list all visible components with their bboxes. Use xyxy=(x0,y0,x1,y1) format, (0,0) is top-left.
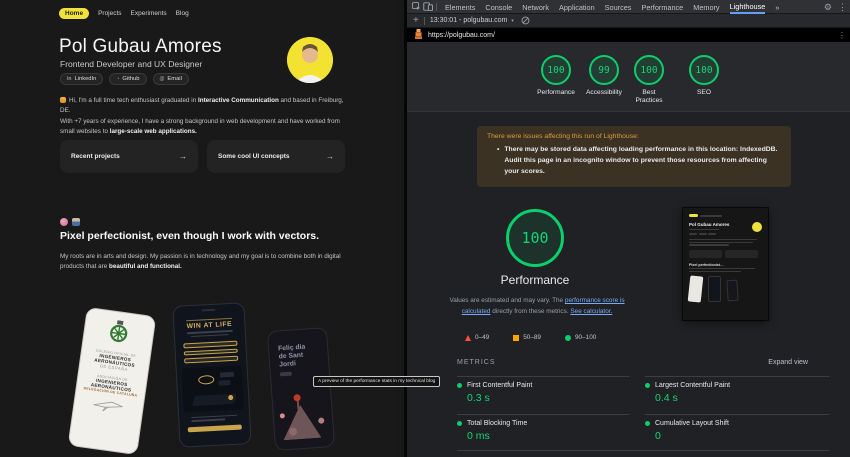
tab-lighthouse[interactable]: Lighthouse xyxy=(730,0,766,14)
tab-sources[interactable]: Sources xyxy=(605,1,632,13)
nav-item-blog[interactable]: Blog xyxy=(176,10,189,17)
kebab-menu-icon[interactable]: ⋮ xyxy=(838,2,847,13)
pass-circle-icon xyxy=(565,335,571,341)
github-label: Github xyxy=(122,76,139,82)
score-summary-strip: 100 Performance 99 Accessibility 100 Bes… xyxy=(407,42,850,112)
warning-title: There were issues affecting this run of … xyxy=(487,133,781,140)
phone-mockup-aeronautics[interactable]: COLEGIO OFICIAL DE INGENIEROS AERONÁUTIC… xyxy=(68,307,157,455)
manifesto-paragraph: My roots are in arts and design. My pass… xyxy=(60,252,352,272)
nav-item-home[interactable]: Home xyxy=(59,8,89,19)
technologist-emoji xyxy=(72,218,80,226)
metrics-bottom-divider xyxy=(457,450,829,451)
settings-gear-icon[interactable]: ⚙ xyxy=(824,2,832,13)
github-icon: ◔ xyxy=(116,76,119,82)
nav-item-projects[interactable]: Projects xyxy=(98,10,121,17)
bullet-icon: • xyxy=(497,145,499,178)
report-url: https://polgubau.com/ xyxy=(428,32,495,39)
report-url-row: https://polgubau.com/ ⋮ xyxy=(407,28,850,42)
linkedin-label: LinkedIn xyxy=(74,76,96,82)
tab-console[interactable]: Console xyxy=(485,1,512,13)
ui-concepts-card[interactable]: Some cool UI concepts → xyxy=(207,140,345,173)
toolbar-separator xyxy=(424,17,425,25)
phone3-title: Feliç dia de Sant Jordi xyxy=(268,328,328,369)
linkedin-icon: in xyxy=(67,76,71,82)
phone-mockup-win-at-life[interactable]: WIN AT LIFE xyxy=(172,302,251,448)
device-toolbar-icon[interactable] xyxy=(422,2,433,12)
see-calculator-link[interactable]: See calculator. xyxy=(570,308,612,315)
avatar xyxy=(287,37,333,83)
arrow-right-icon: → xyxy=(326,152,334,161)
metric-total-blocking-time: Total Blocking Time 0 ms xyxy=(457,414,629,442)
emblem-icon xyxy=(83,316,154,352)
new-report-button[interactable]: + xyxy=(413,15,419,26)
score-scale-legend: 0–49 50–89 90–100 xyxy=(465,334,596,341)
experience-paragraph: With +7 years of experience, I have a st… xyxy=(60,117,352,137)
phone-mockup-sant-jordi[interactable]: Feliç dia de Sant Jordi xyxy=(267,327,335,451)
lighthouse-warning-box: There were issues affecting this run of … xyxy=(477,126,791,187)
pass-dot-icon xyxy=(457,421,462,426)
fail-triangle-icon xyxy=(465,335,471,341)
tab-elements[interactable]: Elements xyxy=(445,1,475,13)
performance-gauge[interactable]: 100 xyxy=(506,209,564,267)
report-options-kebab-icon[interactable]: ⋮ xyxy=(838,31,846,40)
tab-memory[interactable]: Memory xyxy=(693,1,719,13)
tab-application[interactable]: Application xyxy=(559,1,595,13)
phone-preview-tooltip: A preview of the performance stats in my… xyxy=(313,376,440,387)
more-tabs-icon[interactable]: » xyxy=(775,1,779,13)
intro-paragraph: Hi, I'm a full time tech enthusiast grad… xyxy=(60,96,352,116)
arrow-right-icon: → xyxy=(179,152,187,161)
metric-cumulative-layout-shift: Cumulative Layout Shift 0 xyxy=(645,414,829,442)
screenshot-root: Home Projects Experiments Blog Pol Gubau… xyxy=(0,0,850,457)
toolbar-separator xyxy=(436,3,437,11)
ui-concepts-label: Some cool UI concepts xyxy=(218,153,290,160)
phone2-title: WIN AT LIFE xyxy=(174,320,244,331)
page-subtitle: Frontend Developer and UX Designer xyxy=(60,59,202,69)
social-buttons: in LinkedIn ◔ Github @ Email xyxy=(60,73,189,85)
report-body: There were issues affecting this run of … xyxy=(407,112,850,457)
pass-dot-icon xyxy=(645,383,650,388)
palette-emoji xyxy=(60,218,68,226)
performance-category-title: Performance xyxy=(455,273,615,287)
pass-dot-icon xyxy=(645,421,650,426)
report-session-dropdown[interactable]: 13:30:01 - polgubau.com xyxy=(430,17,507,24)
page-title: Pol Gubau Amores xyxy=(59,36,222,58)
phone3-illustration xyxy=(272,379,334,441)
manifesto-title: Pixel perfectionist, even though I work … xyxy=(60,230,319,242)
nav-item-experiments[interactable]: Experiments xyxy=(131,10,167,17)
lighthouse-report-bar: + 13:30:01 - polgubau.com ▾ xyxy=(407,14,850,28)
tab-performance[interactable]: Performance xyxy=(641,1,683,13)
wave-emoji xyxy=(60,97,66,103)
email-button[interactable]: @ Email xyxy=(153,73,189,85)
tab-network[interactable]: Network xyxy=(522,1,549,13)
score-seo[interactable]: 100 SEO xyxy=(672,55,736,97)
recent-projects-card[interactable]: Recent projects → xyxy=(60,140,198,173)
paper-plane-sketch xyxy=(73,394,143,422)
github-button[interactable]: ◔ Github xyxy=(109,73,146,85)
portfolio-page: Home Projects Experiments Blog Pol Gubau… xyxy=(0,0,395,457)
inspect-icon[interactable] xyxy=(411,2,422,12)
clear-reports-icon[interactable] xyxy=(520,16,531,26)
average-square-icon xyxy=(513,335,519,341)
email-icon: @ xyxy=(160,76,165,82)
recent-projects-label: Recent projects xyxy=(71,153,120,160)
metrics-section-title: METRICS xyxy=(457,359,496,366)
expand-view-button[interactable]: Expand view xyxy=(768,359,808,366)
linkedin-button[interactable]: in LinkedIn xyxy=(60,73,103,85)
metric-largest-contentful-paint: Largest Contentful Paint 0.4 s xyxy=(645,376,829,404)
devtools-panel: Elements Console Network Application Sou… xyxy=(407,0,850,457)
site-nav: Home Projects Experiments Blog xyxy=(59,8,189,19)
email-label: Email xyxy=(167,76,182,82)
shortcut-cards: Recent projects → Some cool UI concepts … xyxy=(60,140,345,173)
page-screenshot-thumbnail: Pol Gubau Amores xyxy=(683,208,768,320)
score-disclaimer: Values are estimated and may vary. The p… xyxy=(437,296,637,318)
score-best-practices[interactable]: 100 Best Practices xyxy=(622,55,676,105)
warning-body: There may be stored data affecting loadi… xyxy=(504,145,781,178)
chevron-down-icon[interactable]: ▾ xyxy=(511,18,514,24)
metric-first-contentful-paint: First Contentful Paint 0.3 s xyxy=(457,376,629,404)
phone2-illustration xyxy=(182,365,244,412)
section-emojis xyxy=(60,218,80,226)
devtools-tab-bar: Elements Console Network Application Sou… xyxy=(407,0,850,14)
pass-dot-icon xyxy=(457,383,462,388)
